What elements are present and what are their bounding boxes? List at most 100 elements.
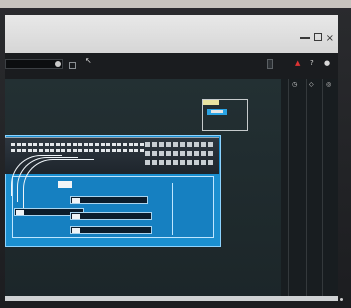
background-wall bbox=[0, 0, 351, 8]
switch-port[interactable] bbox=[134, 149, 139, 152]
switch-port[interactable] bbox=[78, 143, 83, 146]
uplink-port[interactable] bbox=[180, 151, 185, 156]
switch-port[interactable] bbox=[72, 143, 77, 146]
switch-port[interactable] bbox=[50, 143, 55, 146]
uplink-port[interactable] bbox=[159, 142, 164, 147]
switch-port[interactable] bbox=[44, 143, 49, 146]
switch-port[interactable] bbox=[22, 149, 27, 152]
uplink-port[interactable] bbox=[201, 142, 206, 147]
switch-port[interactable] bbox=[50, 149, 55, 152]
switch-port[interactable] bbox=[95, 149, 99, 152]
switch-port[interactable] bbox=[11, 149, 15, 152]
uplink-port[interactable] bbox=[173, 160, 178, 165]
uplink-port[interactable] bbox=[194, 142, 199, 147]
user-icon[interactable]: ● bbox=[324, 59, 330, 67]
switch-port[interactable] bbox=[106, 143, 111, 146]
panel-divider bbox=[322, 79, 323, 301]
info-icon[interactable]: ◎ bbox=[326, 81, 331, 88]
switch-port[interactable] bbox=[61, 149, 66, 152]
cable-line bbox=[23, 159, 94, 208]
switch-port[interactable] bbox=[67, 143, 71, 146]
switch-port[interactable] bbox=[111, 149, 116, 152]
uplink-port[interactable] bbox=[187, 142, 192, 147]
uplink-port[interactable] bbox=[166, 160, 171, 165]
uplink-port[interactable] bbox=[159, 160, 164, 165]
uplink-port[interactable] bbox=[145, 160, 150, 165]
switch-port[interactable] bbox=[44, 149, 49, 152]
switch-port[interactable] bbox=[16, 143, 21, 146]
switch-port[interactable] bbox=[55, 149, 60, 152]
switch-port[interactable] bbox=[39, 149, 43, 152]
uplink-port[interactable] bbox=[173, 151, 178, 156]
uplink-port[interactable] bbox=[152, 142, 157, 147]
switch-port[interactable] bbox=[33, 149, 38, 152]
switch-port[interactable] bbox=[27, 143, 32, 146]
switch-port[interactable] bbox=[123, 149, 127, 152]
diagram-node[interactable] bbox=[70, 212, 152, 220]
switch-port[interactable] bbox=[22, 143, 27, 146]
switch-port[interactable] bbox=[39, 143, 43, 146]
uplink-port[interactable] bbox=[152, 160, 157, 165]
switch-port[interactable] bbox=[139, 143, 144, 146]
toolbar-button[interactable] bbox=[267, 59, 273, 69]
switch-port[interactable] bbox=[55, 143, 60, 146]
uplink-port[interactable] bbox=[201, 160, 206, 165]
switch-port[interactable] bbox=[16, 149, 21, 152]
uplink-port[interactable] bbox=[201, 151, 206, 156]
uplink-port[interactable] bbox=[173, 142, 178, 147]
switch-port[interactable] bbox=[33, 143, 38, 146]
close-icon[interactable]: × bbox=[326, 33, 334, 44]
switch-port[interactable] bbox=[123, 143, 127, 146]
switch-port[interactable] bbox=[89, 149, 94, 152]
switch-port[interactable] bbox=[111, 143, 116, 146]
uplink-port[interactable] bbox=[159, 151, 164, 156]
switch-port[interactable] bbox=[117, 149, 122, 152]
diagram-node[interactable] bbox=[70, 226, 152, 234]
switch-port[interactable] bbox=[128, 143, 133, 146]
switch-port[interactable] bbox=[67, 149, 71, 152]
filter-checkbox[interactable] bbox=[69, 62, 76, 69]
uplink-port[interactable] bbox=[152, 151, 157, 156]
minimap[interactable] bbox=[202, 99, 248, 131]
switch-port[interactable] bbox=[78, 149, 83, 152]
uplink-port[interactable] bbox=[187, 151, 192, 156]
panel-divider bbox=[288, 79, 289, 301]
status-bar bbox=[5, 296, 338, 301]
switch-port[interactable] bbox=[117, 143, 122, 146]
switch-port[interactable] bbox=[89, 143, 94, 146]
clock-icon[interactable]: ◷ bbox=[292, 81, 297, 88]
uplink-port[interactable] bbox=[208, 151, 213, 156]
switch-port[interactable] bbox=[100, 143, 105, 146]
uplink-port[interactable] bbox=[166, 151, 171, 156]
app-window: × ↖ ▲ ? ● ◷ ◇ ◎ bbox=[5, 15, 338, 301]
switch-port[interactable] bbox=[128, 149, 133, 152]
switch-port[interactable] bbox=[61, 143, 66, 146]
switch-port[interactable] bbox=[134, 143, 139, 146]
switch-port[interactable] bbox=[83, 149, 88, 152]
dropdown-caret-icon[interactable] bbox=[55, 61, 61, 67]
alert-icon[interactable]: ▲ bbox=[295, 59, 300, 67]
switch-port[interactable] bbox=[72, 149, 77, 152]
help-icon[interactable]: ? bbox=[310, 59, 314, 67]
maximize-icon[interactable] bbox=[314, 33, 322, 41]
uplink-port[interactable] bbox=[180, 160, 185, 165]
switch-port[interactable] bbox=[139, 149, 144, 152]
uplink-port[interactable] bbox=[194, 151, 199, 156]
uplink-port[interactable] bbox=[194, 160, 199, 165]
switch-port[interactable] bbox=[100, 149, 105, 152]
switch-port[interactable] bbox=[95, 143, 99, 146]
uplink-port[interactable] bbox=[208, 142, 213, 147]
switch-port[interactable] bbox=[11, 143, 15, 146]
uplink-port[interactable] bbox=[145, 151, 150, 156]
uplink-port[interactable] bbox=[208, 160, 213, 165]
power-led-icon bbox=[340, 298, 343, 301]
uplink-port[interactable] bbox=[180, 142, 185, 147]
minimize-icon[interactable] bbox=[300, 37, 310, 39]
switch-port[interactable] bbox=[83, 143, 88, 146]
switch-port[interactable] bbox=[106, 149, 111, 152]
uplink-port[interactable] bbox=[145, 142, 150, 147]
uplink-port[interactable] bbox=[187, 160, 192, 165]
chevron-icon[interactable]: ◇ bbox=[309, 81, 314, 88]
uplink-port[interactable] bbox=[166, 142, 171, 147]
switch-port[interactable] bbox=[27, 149, 32, 152]
